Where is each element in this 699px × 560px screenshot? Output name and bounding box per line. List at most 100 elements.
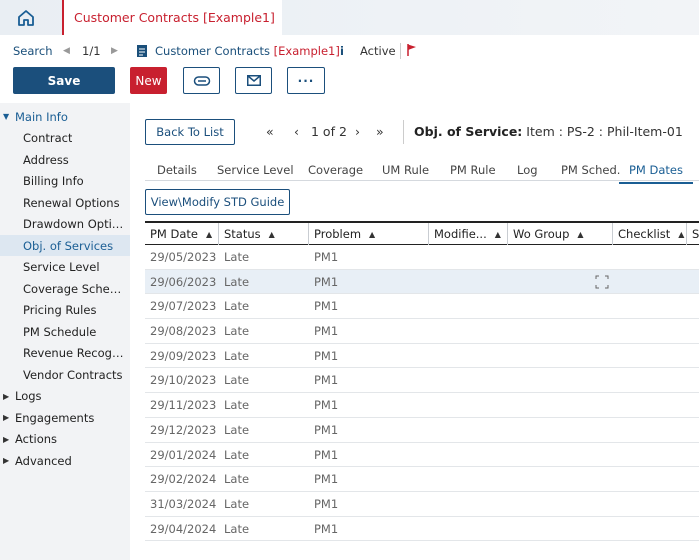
column-header-label: Problem [314,227,362,241]
sidebar-item-address[interactable]: Address [0,149,130,170]
sidebar-item-label: Revenue Recogniti... [23,346,128,360]
sidebar-item-drawdown-options[interactable]: Drawdown Options [0,214,130,235]
table-cell: 29/06/2023 [150,274,217,289]
table-cell: Late [224,521,250,536]
sidebar-item-revenue-recogniti[interactable]: Revenue Recogniti... [0,343,130,364]
table-cell: PM1 [314,521,339,536]
sidebar-item-engagements[interactable]: ▶ Engagements [0,407,130,428]
first-page-icon[interactable]: « [266,124,274,139]
sidebar-item-pm-schedule[interactable]: PM Schedule [0,321,130,342]
table-row[interactable]: 31/03/2024 Late PM1 [145,492,699,517]
table-row[interactable]: 29/10/2023 Late PM1 [145,368,699,394]
tab-service-level[interactable]: Service Level [217,163,294,177]
column-header[interactable]: S [687,223,699,245]
table-cell: PM1 [314,274,339,289]
next-record-icon[interactable]: ▶ [111,46,118,56]
sidebar-item-obj-of-services[interactable]: Obj. of Services [0,235,130,256]
table-row[interactable]: 29/05/2023 Late PM1 [145,245,699,270]
column-header[interactable]: PM Date ▲ [145,223,219,245]
table-cell: 29/05/2023 [150,250,217,264]
column-header-label: Wo Group [513,227,570,241]
object-label: Obj. of Service: [414,124,523,139]
tab-customer-contracts[interactable]: Customer Contracts [Example1] [62,0,282,35]
top-tab-bar: Customer Contracts [Example1] [0,0,699,35]
table-row[interactable]: 29/07/2023 Late PM1 [145,294,699,320]
sidebar-item-label: Billing Info [23,174,84,188]
sub-tabs: Details Service Level Coverage UM Rule PM Ru… [145,156,699,184]
column-header-label: S [692,227,699,241]
table-row[interactable]: 29/01/2024 Late PM1 [145,443,699,468]
save-button[interactable]: Save [13,67,115,94]
table-row[interactable]: 29/04/2024 Late PM1 [145,517,699,542]
sidebar-item-label: Pricing Rules [23,303,97,317]
tab-pm-dates[interactable]: PM Dates [619,163,693,184]
table-cell: Late [224,373,250,388]
column-header[interactable]: Modifie... ▲ [429,223,508,245]
email-button[interactable] [235,67,272,94]
sidebar-item-vendor-contracts[interactable]: Vendor Contracts [0,364,130,385]
table-cell: PM1 [314,447,339,462]
tab-pm-rule[interactable]: PM Rule [450,163,496,177]
sidebar-item-logs[interactable]: ▶ Logs [0,386,130,407]
sort-asc-icon: ▲ [577,229,584,239]
tab-pm-sched[interactable]: PM Sched. [561,163,620,177]
expand-icon[interactable] [595,275,609,289]
sidebar-item-service-level[interactable]: Service Level [0,257,130,278]
column-header[interactable]: Status ▲ [219,223,309,245]
sidebar-item-contract[interactable]: Contract [0,128,130,149]
tab-coverage[interactable]: Coverage [308,163,363,177]
table-cell: Late [224,447,250,462]
sidebar-item-label: Renewal Options [23,195,120,210]
flag-icon[interactable] [406,43,418,57]
table-cell: PM1 [314,250,339,264]
sidebar-item-label: Logs [15,389,42,403]
table-row[interactable]: 29/08/2023 Late PM1 [145,319,699,344]
table-row[interactable]: 29/11/2023 Late PM1 [145,393,699,418]
std-guide-button[interactable]: View\Modify STD Guide [145,189,290,215]
sidebar-item-advanced[interactable]: ▶ Advanced [0,450,130,471]
table-cell: Late [224,472,250,487]
sort-asc-icon: ▲ [678,229,685,239]
next-page-icon[interactable]: › [355,124,360,139]
sidebar-item-renewal-options[interactable]: Renewal Options [0,192,130,213]
attach-button[interactable] [183,67,220,94]
new-button[interactable]: New [130,67,167,94]
sidebar-item-main-info[interactable]: ▼ Main Info [0,106,130,127]
table-cell: Late [224,324,250,339]
table-row[interactable]: 29/02/2024 Late PM1 [145,467,699,492]
tab-um-rule[interactable]: UM Rule [382,163,429,177]
sidebar-item-label: Address [23,152,69,167]
sidebar-item-coverage-schedule[interactable]: Coverage Schedule [0,278,130,299]
table-row[interactable]: 29/09/2023 Late PM1 [145,344,699,369]
last-page-icon[interactable]: » [376,124,384,139]
table-cell: 29/08/2023 [150,324,217,339]
more-actions-button[interactable]: ··· [287,67,325,94]
tab-details[interactable]: Details [157,163,197,177]
table-cell: PM1 [314,422,339,437]
sidebar-item-label: Obj. of Services [23,238,114,253]
table-cell: PM1 [314,398,339,413]
back-to-list-button[interactable]: Back To List [145,119,235,145]
sidebar-item-billing-info[interactable]: Billing Info [0,171,130,192]
table-row[interactable]: 29/12/2023 Late PM1 [145,418,699,443]
sidebar-item-label: PM Schedule [23,324,97,339]
search-link[interactable]: Search [13,44,53,58]
sidebar-item-actions[interactable]: ▶ Actions [0,429,130,450]
column-header-label: Modifie... [434,227,487,241]
column-header[interactable]: Problem ▲ [309,223,429,245]
envelope-icon [246,75,261,86]
home-icon [18,9,34,26]
table-row[interactable]: 29/06/2023 Late PM1 [145,269,699,295]
pm-dates-grid: PM Date ▲ Status ▲ Problem ▲ Modifie... ▲ Wo Gro… [145,221,699,542]
column-header[interactable]: Checklist ▲ [613,223,687,245]
home-button[interactable] [0,0,52,35]
prev-page-icon[interactable]: ‹ [294,124,299,139]
prev-record-icon[interactable]: ◀ [63,46,70,56]
column-header[interactable]: Wo Group ▲ [508,223,613,245]
tab-log[interactable]: Log [517,163,538,177]
object-of-service: Obj. of Service: Item : PS-2 : Phil-Item… [414,124,683,139]
sidebar-item-label: Service Level [23,260,100,274]
info-icon[interactable]: i [340,44,344,58]
sidebar-item-label: Contract [23,131,73,145]
sidebar-item-pricing-rules[interactable]: Pricing Rules [0,300,130,321]
